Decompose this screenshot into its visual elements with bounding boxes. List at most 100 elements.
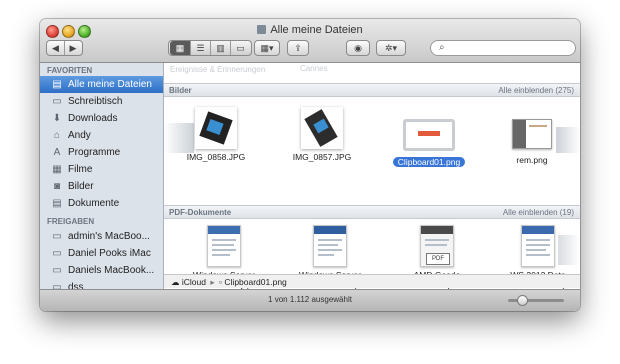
back-forward-control: ◀ ▶ [46,40,83,56]
pdf-thumbnail [521,225,555,267]
sidebar-item-label: Daniels MacBook... [68,265,155,276]
file-item-selected[interactable]: Clipboard01.png [389,119,469,167]
file-item[interactable]: IMG_0857.JPG [282,107,362,162]
column-view-icon: ▥ [216,43,225,53]
show-all-link[interactable]: Alle einblenden (275) [498,84,574,98]
finder-window: Alle meine Dateien ◀ ▶ ▦ ☰ ▥ ▭ ▦▾ ⇪ ◉ ✲▾ ⌕ F… [40,19,580,311]
file-label: IMG_0858.JPG [186,152,246,162]
file-label: rem.png [516,155,548,165]
list-view-icon: ☰ [196,43,205,53]
titlebar: Alle meine Dateien ◀ ▶ ▦ ☰ ▥ ▭ ▦▾ ⇪ ◉ ✲▾ ⌕ [40,19,580,63]
image-thumbnail [195,107,237,149]
path-item-file[interactable]: Clipboard01.png [224,277,286,287]
file-browser: Ereignisse & Erinnerungen Cannes Bilder … [164,63,580,295]
applications-icon: A [53,147,61,158]
cloud-icon: ☁ [171,277,180,287]
sidebar-item-label: Programme [68,147,121,158]
computer-icon: ▭ [52,265,62,276]
chevron-right-icon: ▶ [69,43,77,53]
imac-icon: ▭ [52,248,62,259]
search-field[interactable]: ⌕ [430,40,576,56]
all-files-icon: ▤ [52,79,62,90]
scroll-peek-right [556,127,580,153]
sidebar-item-all-files[interactable]: ▤ Alle meine Dateien [40,76,163,93]
sidebar-item-pictures[interactable]: ◙ Bilder [40,178,163,195]
action-button[interactable]: ✲▾ [376,40,406,56]
show-all-link[interactable]: Alle einblenden (19) [503,206,574,220]
sidebar-item-movies[interactable]: ▦ Filme [40,161,163,178]
path-bar: ☁ iCloud ▸ ▫ Clipboard01.png [164,274,580,288]
chevron-left-icon: ◀ [52,43,59,53]
status-text: 1 von 1.112 ausgewählt [268,295,352,304]
search-icon: ⌕ [439,42,445,53]
pictures-icon: ◙ [53,181,61,192]
coverflow-view-button[interactable]: ▭ [230,41,250,55]
sidebar-header-shared: FREIGABEN [47,217,95,226]
file-item[interactable]: IMG_0858.JPG [176,107,256,162]
sidebar-item-documents[interactable]: ▤ Dokumente [40,195,163,212]
share-icon: ⇪ [294,43,302,53]
pdf-thumbnail [313,225,347,267]
back-button[interactable]: ◀ [48,41,65,55]
view-mode-control: ▦ ☰ ▥ ▭ [168,40,252,56]
all-files-icon [257,25,267,34]
status-bar: 1 von 1.112 ausgewählt [40,289,580,311]
sidebar-item-downloads[interactable]: ⬇ Downloads [40,110,163,127]
file-label-selected: Clipboard01.png [392,157,466,167]
gear-icon: ✲▾ [384,43,398,53]
sidebar-item-label: Schreibtisch [68,96,123,107]
home-icon: ⌂ [53,130,61,141]
file-icon: ▫ [219,277,223,287]
icon-view-button[interactable]: ▦ [170,41,190,55]
icon-size-slider[interactable] [508,295,564,306]
sidebar-item-desktop[interactable]: ▭ Schreibtisch [40,93,163,110]
section-title: Bilder [169,86,192,95]
window-title-text: Alle meine Dateien [270,24,363,36]
sidebar-item-applications[interactable]: A Programme [40,144,163,161]
arrange-button[interactable]: ▦▾ [254,40,280,56]
desktop-icon: ▭ [52,96,62,107]
path-item-icloud[interactable]: iCloud [182,277,206,287]
sidebar-item-label: Andy [68,130,91,141]
quicklook-button[interactable]: ◉ [346,40,370,56]
section-header-pdf: PDF-Dokumente Alle einblenden (19) [164,205,580,219]
sidebar-item-shared-computer[interactable]: ▭ Daniels MacBook... [40,262,163,279]
file-label: IMG_0857.JPG [292,152,352,162]
scroll-peek-right [558,235,580,265]
image-thumbnail [512,119,552,149]
sidebar-item-label: Daniel Pooks iMac [68,248,151,259]
slider-knob[interactable] [517,295,528,306]
coverflow-view-icon: ▭ [236,43,245,53]
pdf-thumbnail: PDF [420,225,454,267]
forward-button[interactable]: ▶ [65,41,82,55]
sidebar-item-label: Dokumente [68,198,120,209]
downloads-icon: ⬇ [52,113,62,124]
sidebar-item-label: admin's MacBoo... [68,231,150,242]
share-button[interactable]: ⇪ [287,40,309,56]
faded-section-label: Ereignisse & Erinnerungen [170,65,266,74]
sidebar-item-label: Alle meine Dateien [68,79,152,90]
sidebar-header-favorites: FAVORITEN [47,66,93,75]
sidebar-item-label: Filme [68,164,93,175]
list-view-button[interactable]: ☰ [190,41,210,55]
section-title: PDF-Dokumente [169,208,232,217]
documents-icon: ▤ [52,198,62,209]
sidebar-item-label: Downloads [68,113,118,124]
window-title: Alle meine Dateien [40,24,580,36]
icon-view-icon: ▦ [175,43,185,53]
image-thumbnail [403,119,455,151]
sidebar-item-home[interactable]: ⌂ Andy [40,127,163,144]
image-thumbnail [301,107,343,149]
sidebar: FAVORITEN ▤ Alle meine Dateien ▭ Schreibti… [40,63,164,295]
sidebar-item-shared-computer[interactable]: ▭ Daniel Pooks iMac [40,245,163,262]
column-view-button[interactable]: ▥ [210,41,230,55]
computer-icon: ▭ [52,231,62,242]
sidebar-item-shared-computer[interactable]: ▭ admin's MacBoo... [40,228,163,245]
section-header-bilder: Bilder Alle einblenden (275) [164,83,580,97]
faded-section-label: Cannes [300,64,328,73]
sidebar-item-label: Bilder [68,181,94,192]
pdf-thumbnail [207,225,241,267]
eye-icon: ◉ [354,43,362,53]
grid-arrange-icon: ▦▾ [260,43,274,53]
path-separator-icon: ▸ [210,277,215,287]
